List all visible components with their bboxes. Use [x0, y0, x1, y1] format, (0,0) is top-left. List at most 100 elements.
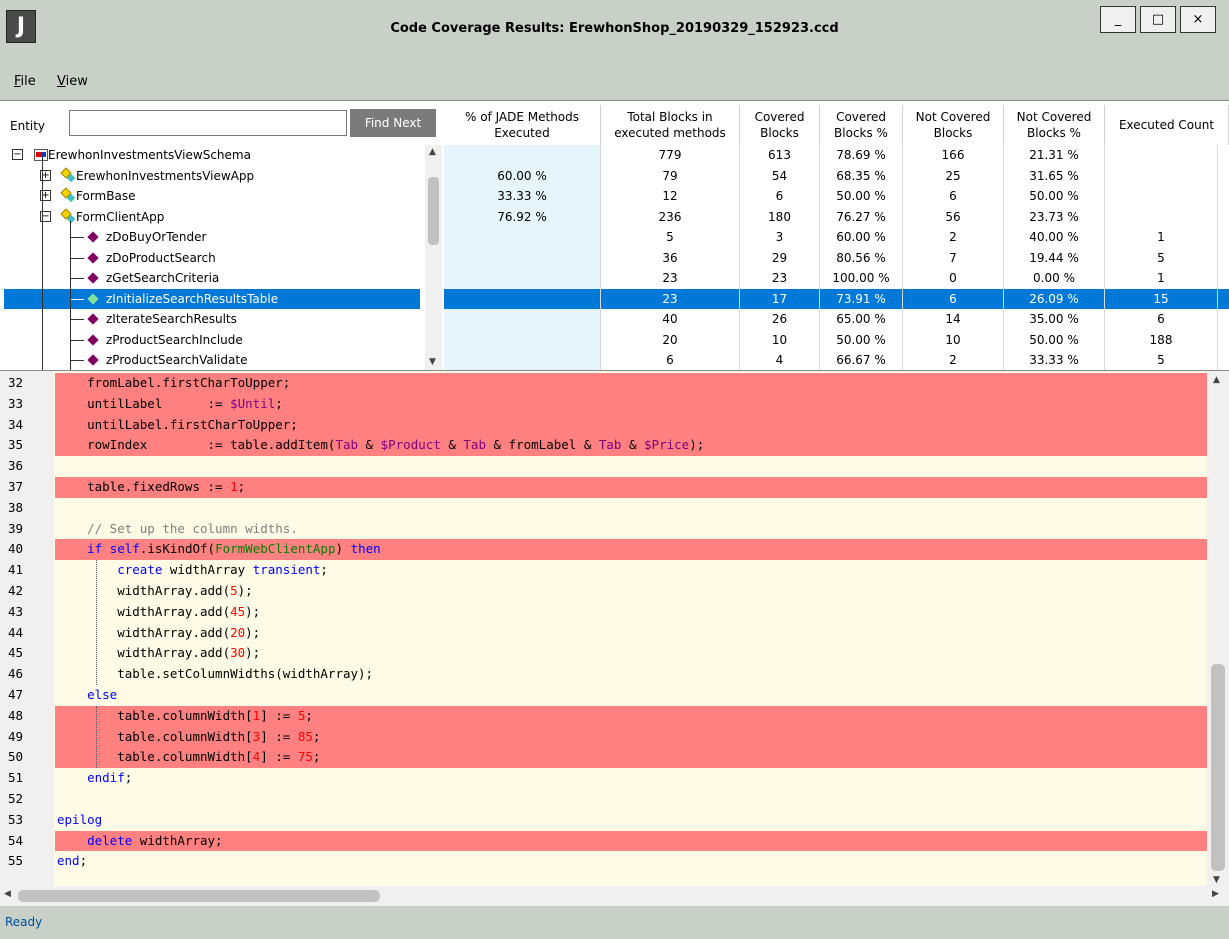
- table-row[interactable]: 779 613 78.69 % 166 21.31 %: [444, 145, 1229, 166]
- code-line[interactable]: 42 widthArray.add(5);: [0, 581, 1207, 602]
- code-line[interactable]: 49 table.columnWidth[3] := 85;: [0, 726, 1207, 748]
- editor-hscroll-thumb[interactable]: [18, 890, 380, 902]
- collapse-icon[interactable]: −: [12, 149, 23, 160]
- close-button[interactable]: ×: [1180, 6, 1216, 33]
- code-line[interactable]: 50 table.columnWidth[4] := 75;: [0, 747, 1207, 769]
- code-line[interactable]: 37 table.fixedRows := 1;: [0, 477, 1207, 498]
- code-line[interactable]: 53 epilog: [0, 809, 1207, 831]
- code-line[interactable]: 47 else: [0, 685, 1207, 706]
- menu-view[interactable]: View: [57, 74, 88, 89]
- table-row[interactable]: 6 4 66.67 % 2 33.33 % 5: [444, 350, 1229, 371]
- code-line[interactable]: 35 rowIndex := table.addItem(Tab & $Prod…: [0, 435, 1207, 457]
- table-row[interactable]: 33.33 % 12 6 50.00 % 6 50.00 %: [444, 186, 1229, 207]
- entity-search-input[interactable]: [69, 110, 347, 136]
- editor-scroll-up-icon[interactable]: ▲: [1213, 375, 1220, 385]
- code-line[interactable]: 38: [0, 497, 1207, 519]
- code-line[interactable]: 33 untilLabel := $Until;: [0, 393, 1207, 415]
- tree-node[interactable]: + FormBase: [4, 186, 420, 207]
- table-row[interactable]: 23 23 100.00 % 0 0.00 % 1: [444, 268, 1229, 289]
- editor-vertical-scrollbar[interactable]: ▲ ▼: [1207, 371, 1229, 887]
- code-line[interactable]: 39 // Set up the column widths.: [0, 518, 1207, 540]
- column-header[interactable]: Not Covered Blocks %: [1004, 105, 1105, 145]
- line-number: 42: [0, 581, 54, 602]
- table-cell: 79: [601, 165, 740, 186]
- table-row[interactable]: 76.92 % 236 180 76.27 % 56 23.73 %: [444, 206, 1229, 227]
- coverage-grid[interactable]: 779 613 78.69 % 166 21.31 % 60.00 % 79 54 68.35 …: [444, 145, 1229, 371]
- tree-node[interactable]: zDoProductSearch: [4, 248, 420, 269]
- table-row[interactable]: 5 3 60.00 % 2 40.00 % 1: [444, 227, 1229, 248]
- code-line[interactable]: 32 fromLabel.firstCharToUpper;: [0, 373, 1207, 394]
- column-header[interactable]: Covered Blocks %: [820, 105, 903, 145]
- code-editor[interactable]: ▲ ▼ 32 fromLabel.firstCharToUpper; 33 unt…: [0, 370, 1229, 887]
- scroll-up-arrow-icon[interactable]: ▲: [429, 147, 436, 157]
- tree-node[interactable]: − FormClientApp: [4, 207, 420, 228]
- tree-node-label: zDoBuyOrTender: [106, 230, 207, 244]
- editor-scroll-left-icon[interactable]: ◀: [4, 889, 11, 899]
- code-token: FormWebClientApp: [215, 541, 336, 557]
- column-header[interactable]: % of JADE Methods Executed: [444, 105, 601, 145]
- code-text: table.columnWidth[4] := 75;: [55, 747, 1207, 769]
- table-row[interactable]: 60.00 % 79 54 68.35 % 25 31.65 %: [444, 165, 1229, 186]
- tree-node[interactable]: zProductSearchInclude: [4, 330, 420, 351]
- code-line[interactable]: 36: [0, 456, 1207, 477]
- code-line[interactable]: 43 widthArray.add(45);: [0, 601, 1207, 623]
- table-row[interactable]: 23 17 73.91 % 6 26.09 % 15: [444, 288, 1229, 309]
- table-cell: 36: [601, 247, 740, 268]
- code-line[interactable]: 48 table.columnWidth[1] := 5;: [0, 705, 1207, 727]
- table-row[interactable]: 36 29 80.56 % 7 19.44 % 5: [444, 247, 1229, 268]
- indent-guide: [96, 560, 97, 685]
- tree-node[interactable]: + ErewhonInvestmentsViewApp: [4, 166, 420, 187]
- table-cell: 21.31 %: [1004, 145, 1105, 166]
- scroll-down-arrow-icon[interactable]: ▼: [429, 357, 436, 367]
- tree-node[interactable]: zDoBuyOrTender: [4, 227, 420, 248]
- code-line[interactable]: 40 if self.isKindOf(FormWebClientApp) th…: [0, 539, 1207, 561]
- code-token: ;: [312, 728, 321, 744]
- column-header[interactable]: Covered Blocks: [740, 105, 820, 145]
- code-line[interactable]: 51 endif;: [0, 768, 1207, 789]
- table-row[interactable]: 20 10 50.00 % 10 50.00 % 188: [444, 329, 1229, 350]
- column-header[interactable]: Executed Count: [1105, 105, 1229, 145]
- code-token: end: [57, 853, 80, 869]
- table-cell: [444, 247, 601, 268]
- table-cell: [444, 268, 601, 289]
- tree-node[interactable]: zIterateSearchResults: [4, 309, 420, 330]
- table-cell: [444, 309, 601, 330]
- menu-file[interactable]: File: [14, 74, 36, 89]
- code-line[interactable]: 34 untilLabel.firstCharToUpper;: [0, 414, 1207, 436]
- code-line[interactable]: 55 end;: [0, 851, 1207, 873]
- editor-vscroll-thumb[interactable]: [1211, 664, 1225, 871]
- column-header[interactable]: Total Blocks in executed methods: [601, 105, 740, 145]
- editor-scroll-right-icon[interactable]: ▶: [1212, 889, 1219, 899]
- tree-node[interactable]: zProductSearchValidate: [4, 350, 420, 371]
- table-cell: 1: [1105, 227, 1218, 248]
- code-token: widthArray;: [132, 832, 223, 848]
- table-row[interactable]: 40 26 65.00 % 14 35.00 % 6: [444, 309, 1229, 330]
- table-cell: 23: [601, 268, 740, 289]
- code-line[interactable]: 46 table.setColumnWidths(widthArray);: [0, 664, 1207, 685]
- tree-scrollbar[interactable]: ▲ ▼: [425, 145, 442, 371]
- code-text: widthArray.add(30);: [55, 643, 1207, 664]
- tree-node[interactable]: zGetSearchCriteria: [4, 268, 420, 289]
- code-text: widthArray.add(45);: [55, 602, 1207, 623]
- tree-node[interactable]: − ErewhonInvestmentsViewSchema: [4, 145, 420, 166]
- code-text: endif;: [55, 768, 1207, 789]
- maximize-button[interactable]: □: [1140, 6, 1176, 33]
- column-header[interactable]: Not Covered Blocks: [903, 105, 1004, 145]
- table-cell: 35.00 %: [1004, 309, 1105, 330]
- entity-tree[interactable]: zProductSearchValidate zProductSearchIncl…: [4, 145, 442, 371]
- code-line[interactable]: 54 delete widthArray;: [0, 830, 1207, 852]
- code-text: else: [55, 685, 1207, 706]
- tree-scroll-thumb[interactable]: [428, 177, 439, 245]
- editor-horizontal-scrollbar[interactable]: ◀ ▶: [0, 886, 1229, 906]
- editor-scroll-down-icon[interactable]: ▼: [1213, 875, 1220, 885]
- code-token: ;: [275, 395, 283, 411]
- code-line[interactable]: 41 create widthArray transient;: [0, 560, 1207, 581]
- code-line[interactable]: 44 widthArray.add(20);: [0, 622, 1207, 644]
- code-text: if self.isKindOf(FormWebClientApp) then: [55, 539, 1207, 561]
- find-next-button[interactable]: Find Next: [350, 109, 436, 137]
- minimize-button[interactable]: _: [1100, 6, 1136, 33]
- code-line[interactable]: 52: [0, 789, 1207, 810]
- code-line[interactable]: 45 widthArray.add(30);: [0, 643, 1207, 665]
- tree-node[interactable]: zInitializeSearchResultsTable: [4, 288, 420, 309]
